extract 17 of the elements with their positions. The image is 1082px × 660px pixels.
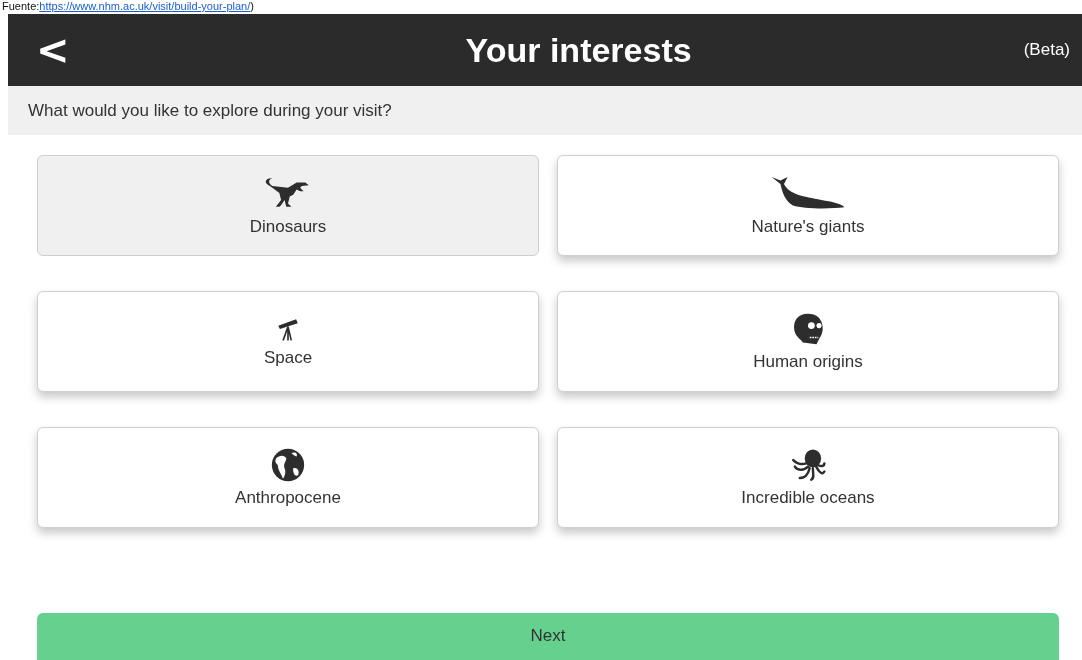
interest-card[interactable]: Anthropocene (37, 427, 539, 528)
source-label: Fuente: (2, 0, 40, 12)
interest-card[interactable]: Incredible oceans (557, 427, 1059, 528)
prompt-text: What would you like to explore during your visit? (28, 100, 392, 121)
source-link[interactable]: https://www.nhm.ac.uk/visit/build-your-plan/ (39, 0, 251, 12)
interest-card[interactable]: Dinosaurs (37, 155, 539, 256)
octopus-icon (790, 447, 826, 482)
page-title: Your interests (464, 30, 693, 70)
interest-card[interactable]: Space (37, 291, 539, 392)
source-paren: ) (250, 0, 254, 12)
skull-icon (791, 311, 825, 346)
interest-card[interactable]: Human origins (557, 291, 1059, 392)
interest-card[interactable]: Nature's giants (557, 155, 1059, 256)
beta-label: (Beta) (1023, 40, 1070, 60)
next-button[interactable]: Next (37, 613, 1059, 660)
globe-icon (271, 447, 305, 482)
back-button[interactable]: < (32, 27, 74, 73)
